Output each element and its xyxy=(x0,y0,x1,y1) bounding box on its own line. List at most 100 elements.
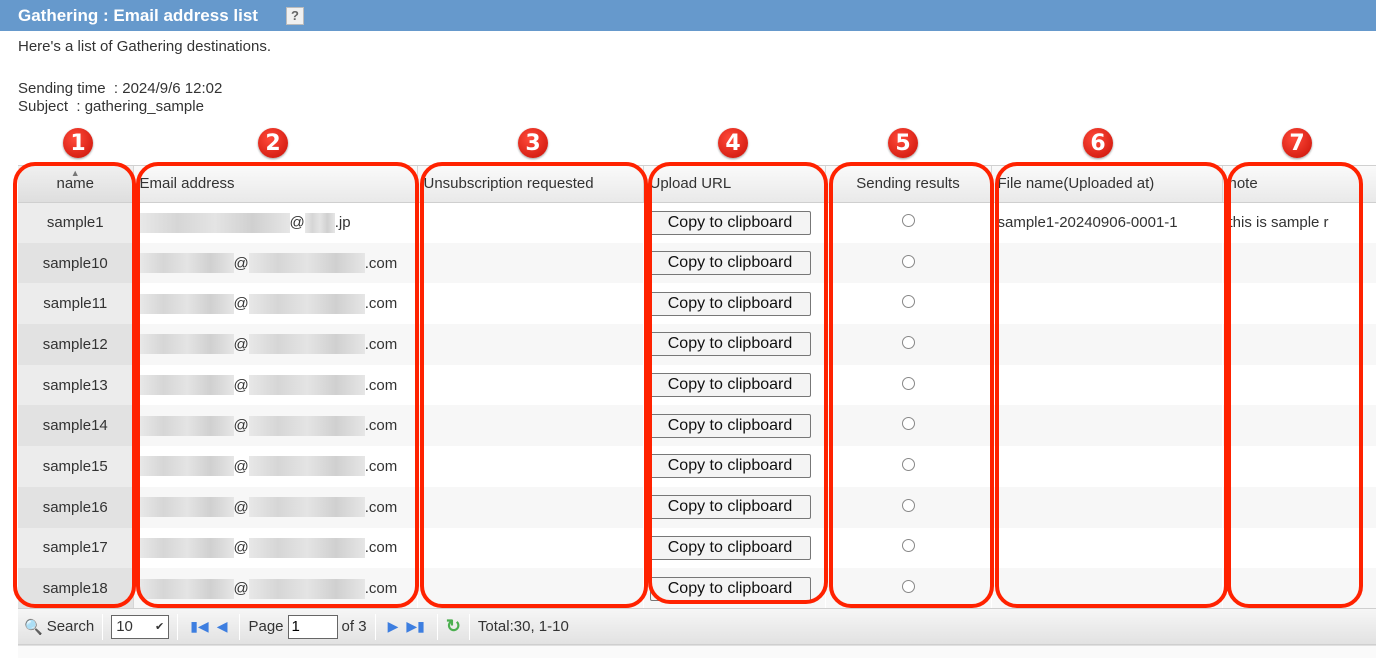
cell-note xyxy=(1222,405,1376,447)
cell-sending-results xyxy=(825,446,991,487)
page-number-input[interactable] xyxy=(287,614,338,639)
cell-note xyxy=(1222,568,1376,609)
cell-note xyxy=(1222,486,1376,528)
table-row[interactable]: sample10 @ .com Copy to clipboard xyxy=(18,242,1376,284)
divider xyxy=(468,613,470,640)
cell-unsubscription xyxy=(417,202,643,243)
email-grid: ▲ name Email address Unsubscription reque… xyxy=(18,165,1376,609)
table-row[interactable]: sample17 @ .com Copy to clipboard xyxy=(18,527,1376,569)
redacted-email-local xyxy=(139,375,234,396)
table-row[interactable]: sample16 @ .com Copy to clipboard xyxy=(18,486,1376,528)
redacted-email-domain xyxy=(248,415,365,436)
callout-badge-7: 7 xyxy=(1282,128,1312,158)
cell-file-name[interactable] xyxy=(991,486,1222,528)
table-row[interactable]: sample18 @ .com Copy to clipboard xyxy=(18,568,1376,609)
redacted-email-domain xyxy=(248,293,365,314)
cell-unsubscription xyxy=(417,405,643,447)
column-header-email[interactable]: Email address xyxy=(133,166,418,203)
cell-file-name[interactable] xyxy=(991,324,1222,365)
cell-email: @ .com xyxy=(133,446,417,487)
cell-unsubscription xyxy=(417,242,643,284)
cell-sending-results xyxy=(825,202,991,243)
cell-note: this is sample r xyxy=(1228,214,1329,232)
column-header-note[interactable]: note xyxy=(1222,166,1376,203)
callout-badge-3: 3 xyxy=(518,128,548,158)
last-page-icon[interactable]: ▶▮ xyxy=(406,618,424,635)
first-page-icon[interactable]: ▮◀ xyxy=(190,618,208,635)
subject: Subject : gathering_sample xyxy=(18,98,204,115)
cell-upload-url: Copy to clipboard xyxy=(643,202,825,243)
cell-file-name[interactable] xyxy=(991,283,1222,324)
cell-name: sample16 xyxy=(18,486,134,528)
table-row[interactable]: sample11 @ .com Copy to clipboard xyxy=(18,283,1376,325)
refresh-icon[interactable]: ↻ xyxy=(446,616,461,637)
divider xyxy=(177,613,179,640)
copy-to-clipboard-button[interactable]: Copy to clipboard xyxy=(649,373,811,398)
cell-sending-results xyxy=(825,568,991,609)
redacted-email-domain xyxy=(248,375,365,396)
column-header-unsubscription[interactable]: Unsubscription requested xyxy=(417,166,644,203)
page-size-select[interactable]: 10 ✔︎ xyxy=(111,614,170,639)
cell-sending-results xyxy=(825,242,991,284)
callout-badge-5: 5 xyxy=(888,128,918,158)
cell-file-name[interactable] xyxy=(991,528,1222,569)
copy-to-clipboard-button[interactable]: Copy to clipboard xyxy=(649,291,811,316)
email-tld: .com xyxy=(364,457,398,475)
table-row[interactable]: sample1 @ .jp Copy to clipboard sample1-2024… xyxy=(18,202,1376,243)
help-button[interactable]: ? xyxy=(285,6,304,25)
status-circle-icon xyxy=(901,295,915,309)
cell-email: @ .com xyxy=(133,324,417,365)
column-header-file-name[interactable]: File name(Uploaded at) xyxy=(991,166,1223,203)
cell-file-name[interactable] xyxy=(991,405,1222,447)
header-row: ▲ name Email address Unsubscription reque… xyxy=(18,166,1376,203)
divider xyxy=(239,613,241,640)
cell-unsubscription xyxy=(417,324,643,365)
cell-file-name[interactable]: sample1-20240906-0001-1 xyxy=(991,202,1222,243)
email-tld: .com xyxy=(364,295,398,313)
copy-to-clipboard-button[interactable]: Copy to clipboard xyxy=(649,251,811,276)
search-button[interactable]: 🔍 Search xyxy=(24,618,94,636)
cell-file-name[interactable] xyxy=(991,568,1222,609)
table-row[interactable]: sample12 @ .com Copy to clipboard xyxy=(18,324,1376,365)
copy-to-clipboard-button[interactable]: Copy to clipboard xyxy=(649,576,811,601)
cell-file-name[interactable] xyxy=(991,365,1222,406)
cell-email: @ .com xyxy=(133,528,417,569)
table-row[interactable]: sample13 @ .com Copy to clipboard xyxy=(18,364,1376,406)
table-row[interactable]: sample14 @ .com Copy to clipboard xyxy=(18,405,1376,447)
copy-to-clipboard-button[interactable]: Copy to clipboard xyxy=(649,535,811,560)
cell-file-name[interactable] xyxy=(991,242,1222,284)
email-tld: .jp xyxy=(334,214,351,232)
cell-unsubscription xyxy=(417,568,643,609)
copy-to-clipboard-button[interactable]: Copy to clipboard xyxy=(649,332,811,357)
cell-upload-url: Copy to clipboard xyxy=(643,405,825,447)
cell-sending-results xyxy=(825,405,991,447)
callout-badge-6: 6 xyxy=(1083,128,1113,158)
page-title: Gathering : Email address list xyxy=(18,5,258,25)
next-page-icon[interactable]: ▶ xyxy=(388,618,399,635)
copy-to-clipboard-button[interactable]: Copy to clipboard xyxy=(649,413,811,438)
column-header-upload-url[interactable]: Upload URL xyxy=(643,166,826,203)
table-row[interactable]: sample15 @ .com Copy to clipboard xyxy=(18,446,1376,487)
cell-email: @ .com xyxy=(133,568,417,609)
cell-unsubscription xyxy=(417,365,643,406)
redacted-email-domain xyxy=(248,456,365,477)
column-header-sending-results[interactable]: Sending results xyxy=(825,166,992,203)
redacted-email-domain xyxy=(248,578,365,599)
cell-email: @ .jp xyxy=(133,202,417,243)
cell-sending-results xyxy=(825,324,991,365)
page-header: Gathering : Email address list ? xyxy=(0,0,1376,31)
copy-to-clipboard-button[interactable]: Copy to clipboard xyxy=(649,210,811,235)
cell-email: @ .com xyxy=(133,405,417,447)
total-count: Total:30, 1-10 xyxy=(477,618,569,635)
copy-to-clipboard-button[interactable]: Copy to clipboard xyxy=(649,454,811,479)
column-header-name[interactable]: ▲ name xyxy=(18,166,134,203)
cell-file-name[interactable] xyxy=(991,446,1222,487)
copy-to-clipboard-button[interactable]: Copy to clipboard xyxy=(649,495,811,520)
status-circle-icon xyxy=(901,254,915,268)
cell-email: @ .com xyxy=(133,365,417,406)
cell-unsubscription xyxy=(417,446,643,487)
email-tld: .com xyxy=(364,539,398,557)
cell-note xyxy=(1222,242,1376,284)
email-tld: .com xyxy=(364,376,398,394)
prev-page-icon[interactable]: ◀ xyxy=(217,618,228,635)
